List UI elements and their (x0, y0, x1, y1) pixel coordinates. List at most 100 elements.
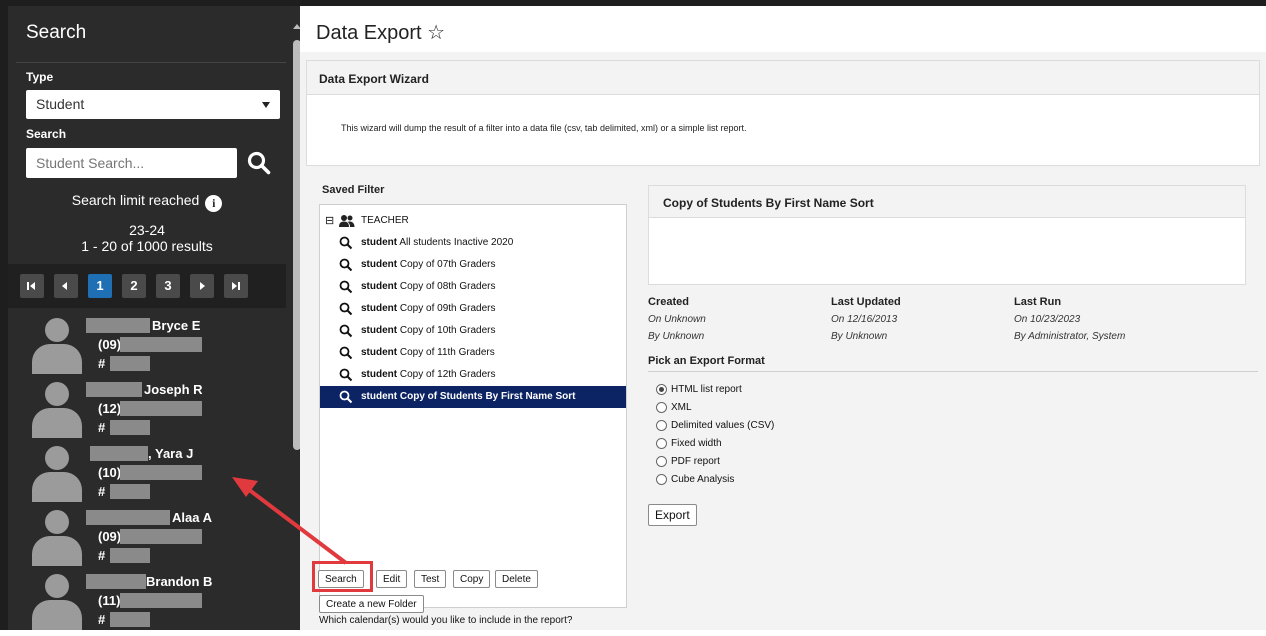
page-2-button[interactable]: 2 (122, 274, 146, 298)
format-radio-fixed-width[interactable] (656, 438, 667, 449)
saved-filter-item[interactable]: student Copy of 08th Graders (320, 276, 626, 298)
annotation-highlight-box (312, 561, 373, 592)
filter-name: Copy of 09th Graders (399, 303, 496, 314)
filter-kind: student (361, 325, 398, 336)
student-name: Brandon B (146, 574, 213, 589)
saved-filter-item[interactable]: student Copy of 12th Graders (320, 364, 626, 386)
search-icon (339, 302, 353, 316)
search-limit-text: Search limit reached (71, 192, 200, 208)
filter-name: Copy of 10th Graders (399, 325, 496, 336)
result-count: 1 - 20 of 1000 results (81, 238, 213, 254)
student-number: # (98, 484, 106, 499)
edit-button[interactable]: Edit (376, 570, 408, 588)
redacted-text (86, 510, 170, 525)
search-result-item[interactable]: Bryce E (09) # (8, 310, 286, 374)
page-header: Data Export ☆ (300, 0, 1266, 52)
saved-filter-item[interactable]: student Copy of 07th Graders (320, 254, 626, 276)
collapse-icon[interactable]: ⊟ (325, 214, 334, 227)
users-icon (339, 215, 355, 227)
created-label: Created (648, 296, 689, 308)
chevron-down-icon (262, 102, 270, 108)
pagination: 1 2 3 (8, 264, 286, 308)
filter-kind: student (361, 259, 398, 270)
last-run-label: Last Run (1014, 296, 1062, 308)
last-run-on: On 10/23/2023 (1014, 314, 1081, 325)
search-icon (339, 324, 353, 338)
wizard-panel: Data Export Wizard This wizard will dump… (306, 60, 1260, 166)
type-select[interactable]: Student (26, 90, 280, 119)
student-number: # (98, 612, 106, 627)
filter-kind: student (361, 303, 398, 314)
page-title-text: Data Export (316, 22, 422, 44)
search-result-item[interactable]: Alaa A (09) # (8, 502, 286, 566)
search-icon (339, 368, 353, 382)
page-3-button[interactable]: 3 (156, 274, 180, 298)
saved-filter-tree[interactable]: ⊟ TEACHER student All students Inactive … (319, 204, 627, 608)
student-name: Joseph R (144, 382, 203, 397)
last-page-button[interactable] (224, 274, 248, 298)
search-result-item[interactable]: Joseph R (12) # (8, 374, 286, 438)
app-frame: Search Type Student Search Search limit … (0, 0, 1266, 630)
format-label: XML (671, 402, 692, 413)
search-icon (339, 390, 353, 404)
search-result-item[interactable]: Brandon B (11) # (8, 566, 286, 630)
search-icon[interactable] (246, 150, 272, 176)
tree-folder-teacher[interactable]: ⊟ TEACHER (320, 210, 626, 232)
search-icon (339, 236, 353, 250)
next-page-button[interactable] (190, 274, 214, 298)
avatar (32, 574, 82, 630)
search-label: Search (26, 127, 67, 141)
format-label: Cube Analysis (671, 474, 735, 485)
export-button[interactable]: Export (648, 504, 697, 526)
page-title: Data Export ☆ (316, 20, 445, 45)
filter-name: Copy of Students By First Name Sort (399, 391, 576, 402)
filter-kind: student (361, 237, 398, 248)
redacted-text (86, 382, 142, 397)
first-page-button[interactable] (20, 274, 44, 298)
filter-name: Copy of 07th Graders (399, 259, 496, 270)
last-page-icon (232, 282, 237, 290)
format-radio-cube[interactable] (656, 474, 667, 485)
student-grade: (12) (98, 401, 122, 416)
delete-button[interactable]: Delete (495, 570, 538, 588)
student-search-input[interactable] (26, 148, 237, 178)
saved-filter-item-selected[interactable]: student Copy of Students By First Name S… (320, 386, 626, 408)
saved-filter-item[interactable]: student All students Inactive 2020 (320, 232, 626, 254)
prev-page-button[interactable] (54, 274, 78, 298)
divider (16, 62, 286, 63)
create-folder-button[interactable]: Create a new Folder (319, 595, 424, 613)
info-icon[interactable]: i (205, 195, 223, 212)
filter-kind: student (361, 347, 398, 358)
search-result-item[interactable]: , Yara J (10) # (8, 438, 286, 502)
format-radio-csv[interactable] (656, 420, 667, 431)
page-1-button[interactable]: 1 (88, 274, 112, 298)
filter-detail-title: Copy of Students By First Name Sort (649, 186, 1245, 218)
search-icon (339, 258, 353, 272)
search-icon (339, 346, 353, 360)
format-radio-html[interactable] (656, 384, 667, 395)
format-label: Fixed width (671, 438, 722, 449)
type-label: Type (26, 70, 54, 84)
redacted-text (90, 446, 148, 461)
copy-button[interactable]: Copy (453, 570, 491, 588)
format-label: PDF report (671, 456, 720, 467)
wizard-heading: Data Export Wizard (307, 61, 1259, 95)
format-radio-xml[interactable] (656, 402, 667, 413)
created-by: By Unknown (648, 331, 705, 342)
format-radio-pdf[interactable] (656, 456, 667, 467)
saved-filter-item[interactable]: student Copy of 09th Graders (320, 298, 626, 320)
filter-kind: student (361, 391, 398, 402)
last-run-by: By Administrator, System (1014, 331, 1126, 342)
saved-filter-item[interactable]: student Copy of 10th Graders (320, 320, 626, 342)
star-icon[interactable]: ☆ (427, 22, 445, 44)
filter-name: Copy of 08th Graders (399, 281, 496, 292)
first-page-icon (27, 282, 29, 290)
test-button[interactable]: Test (414, 570, 447, 588)
saved-filter-item[interactable]: student Copy of 11th Graders (320, 342, 626, 364)
student-grade: (09) (98, 337, 122, 352)
tree-folder-label: TEACHER (361, 215, 409, 226)
filter-name: Copy of 12th Graders (399, 369, 496, 380)
avatar (32, 446, 82, 502)
saved-filter-label: Saved Filter (322, 184, 385, 196)
type-select-value: Student (36, 96, 85, 112)
